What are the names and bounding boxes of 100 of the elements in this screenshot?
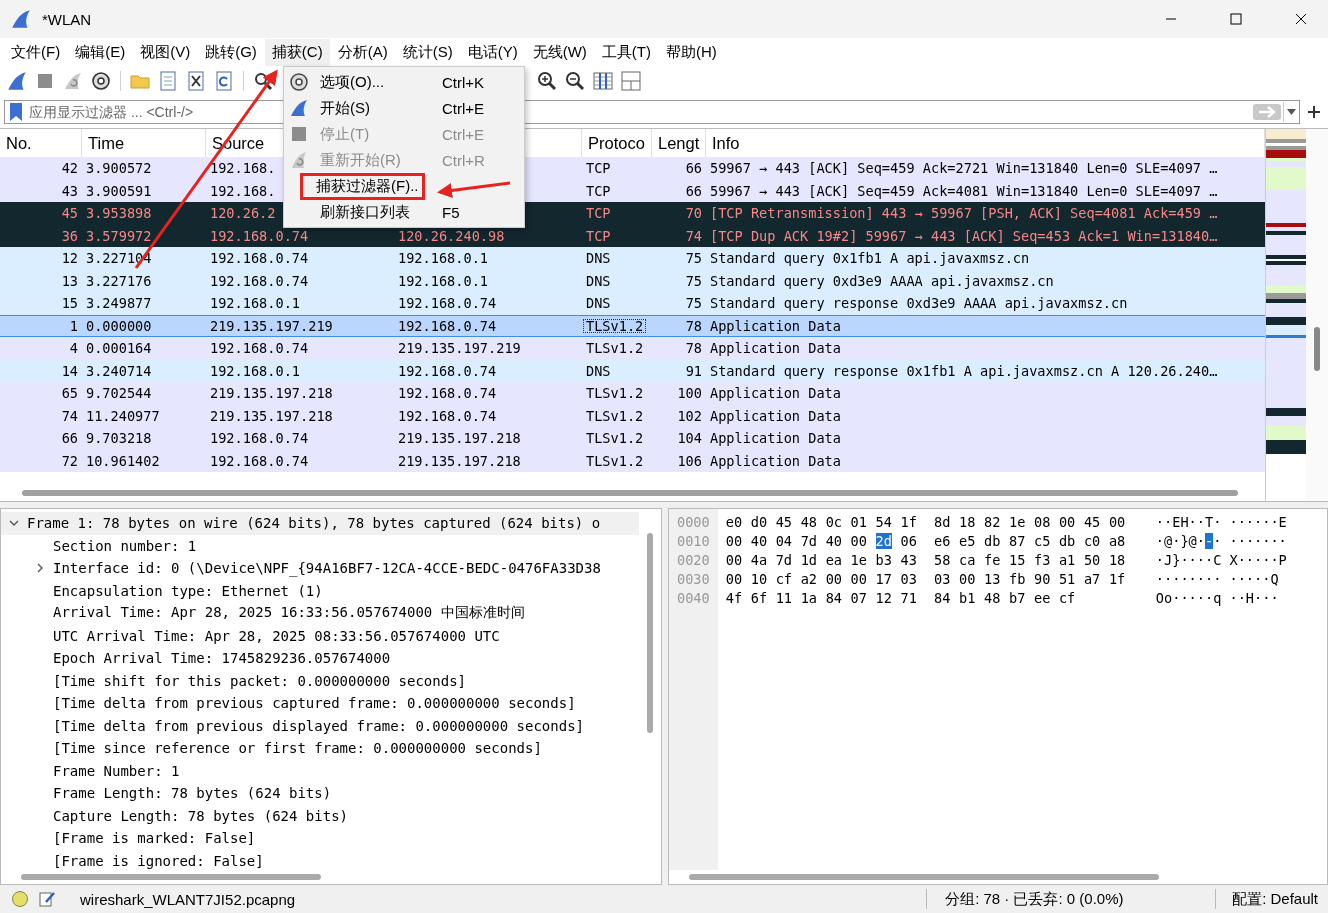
packet-row[interactable]: 13 3.227176 192.168.0.74 192.168.0.1 DNS 75 Standard query 0xd3e9 AAAA api.javaxmsz.cn (0, 269, 1265, 292)
hex-byte[interactable]: 40 (825, 532, 842, 549)
hex-byte[interactable]: 51 (1058, 570, 1076, 587)
tree-item[interactable]: Frame Number: 1 (53, 762, 180, 779)
hex-byte[interactable]: d0 (750, 513, 768, 530)
tree-item[interactable]: Section number: 1 (53, 537, 197, 554)
resize-columns-icon[interactable] (592, 70, 614, 92)
tree-item[interactable]: [Time since reference or first frame: 0.000000000 seconds] (53, 740, 542, 757)
ascii-text[interactable]: Oo·····q ··H··· (1155, 589, 1279, 606)
bookmark-icon[interactable] (9, 102, 23, 122)
hex-byte[interactable]: ca (959, 551, 976, 568)
hex-byte[interactable]: 00 (850, 532, 867, 549)
hex-byte[interactable]: b1 (959, 589, 976, 606)
hex-byte[interactable]: ee (1033, 589, 1051, 606)
tree-item[interactable]: [Frame is marked: False] (53, 830, 256, 847)
tree-item[interactable]: UTC Arrival Time: Apr 28, 2025 08:33:56.057674000 UTC (53, 627, 500, 644)
profile-label[interactable]: 配置: Default (1226, 889, 1328, 909)
search-icon[interactable] (252, 70, 274, 92)
menu-item[interactable]: 跳转(G) (198, 38, 264, 66)
hex-byte[interactable]: 40 (750, 532, 768, 549)
hex-byte[interactable]: 45 (1083, 513, 1101, 530)
hex-byte[interactable]: 18 (1108, 551, 1126, 568)
hex-byte[interactable]: 1e (850, 551, 867, 568)
tree-item[interactable]: Frame Length: 78 bytes (624 bits) (53, 785, 332, 802)
hex-byte[interactable]: 90 (1033, 570, 1051, 587)
hex-byte[interactable]: 58 (934, 551, 951, 568)
reload-file-icon[interactable] (213, 70, 235, 92)
hex-byte[interactable]: 08 (1033, 513, 1051, 530)
hex-byte[interactable]: 00 (725, 532, 743, 549)
hex-byte[interactable]: 00 (850, 570, 867, 587)
app-logo-icon[interactable] (10, 8, 32, 30)
tree-item[interactable]: Epoch Arrival Time: 1745829236.057674000 (53, 650, 391, 667)
hex-byte[interactable]: fb (1009, 570, 1026, 587)
menu-item[interactable]: 统计(S) (395, 38, 460, 66)
hex-byte[interactable]: 50 (1083, 551, 1101, 568)
hex-byte[interactable]: 1e (1009, 513, 1026, 530)
hex-byte[interactable]: 10 (750, 570, 768, 587)
menu-item[interactable]: 捕获(C) (264, 38, 330, 66)
hex-byte[interactable]: 1f (1108, 570, 1126, 587)
dropdown-button[interactable] (1283, 102, 1299, 122)
hex-byte[interactable]: 03 (900, 570, 917, 587)
hex-byte[interactable]: db (1058, 532, 1076, 549)
packet-row[interactable]: 1 0.000000 219.135.197.219 192.168.0.74 TLSv1.2 78 Application Data (0, 314, 1265, 337)
hex-byte[interactable]: a8 (1108, 532, 1126, 549)
hex-byte[interactable]: ea (825, 551, 842, 568)
shark-fin-icon[interactable] (6, 70, 28, 92)
hex-byte[interactable]: cf (775, 570, 793, 587)
close-icon[interactable] (1294, 13, 1307, 25)
hex-byte[interactable]: 17 (875, 570, 892, 587)
hex-byte[interactable]: a2 (800, 570, 818, 587)
hex-byte[interactable]: 00 (725, 551, 743, 568)
tree-item[interactable]: [Time delta from previous captured frame: 0.000000000 seconds] (53, 695, 576, 712)
menu-item[interactable]: 帮助(H) (658, 38, 724, 66)
hex-byte[interactable]: 7d (775, 551, 793, 568)
menu-item[interactable]: 无线(W) (525, 38, 594, 66)
tree-item[interactable]: Arrival Time: Apr 28, 2025 16:33:56.057674000 中国标准时间 (53, 604, 525, 623)
ascii-text[interactable]: ·@·}@· (1155, 532, 1205, 549)
hex-byte[interactable]: c5 (1033, 532, 1051, 549)
hex-byte[interactable]: db (984, 532, 1001, 549)
hex-byte[interactable]: 45 (775, 513, 793, 530)
packet-row[interactable]: 72 10.961402 192.168.0.74 219.135.197.218 TLSv1.2 106 Application Data (0, 449, 1265, 472)
menu-item[interactable]: 编辑(E) (68, 38, 133, 66)
hex-byte[interactable]: 8d (934, 513, 951, 530)
hex-byte[interactable]: b7 (1009, 589, 1026, 606)
ascii-text[interactable]: - (1204, 532, 1214, 549)
caret-icon[interactable] (1287, 109, 1296, 115)
ascii-text[interactable]: ·J}····C X·····P (1155, 551, 1287, 568)
packet-row[interactable]: 15 3.249877 192.168.0.1 192.168.0.74 DNS 75 Standard query response 0xd3e9 AAAA api.javaxmsz.cn (0, 292, 1265, 315)
hex-byte[interactable]: 00 (725, 570, 743, 587)
packet-row[interactable]: 65 9.702544 219.135.197.218 192.168.0.74 TLSv1.2 100 Application Data (0, 382, 1265, 405)
hex-byte[interactable]: 15 (1009, 551, 1026, 568)
grid-layout-icon[interactable] (620, 70, 642, 92)
hex-byte[interactable]: 1d (800, 551, 818, 568)
hex-byte[interactable]: 00 (959, 570, 976, 587)
menu-item[interactable]: 刷新接口列表 F5 (284, 199, 524, 225)
hex-byte[interactable]: 01 (850, 513, 867, 530)
scrollbar-thumb[interactable] (647, 533, 653, 733)
tree-item[interactable]: Capture Length: 78 bytes (624 bits) (53, 807, 348, 824)
scrollbar-thumb[interactable] (21, 874, 321, 880)
hex-byte[interactable]: a1 (1058, 551, 1076, 568)
hex-byte[interactable]: 13 (984, 570, 1001, 587)
hex-byte[interactable]: 71 (900, 589, 917, 606)
menu-item[interactable]: 选项(O)... Ctrl+K (284, 69, 524, 95)
hex-byte[interactable]: 4a (750, 551, 768, 568)
hex-byte[interactable]: a7 (1083, 570, 1101, 587)
packet-row[interactable]: 14 3.240714 192.168.0.1 192.168.0.74 DNS 91 Standard query response 0x1fb1 A api.javaxmsz.cn A 120.26.240… (0, 359, 1265, 382)
hex-byte[interactable]: 84 (825, 589, 842, 606)
close-file-icon[interactable] (185, 70, 207, 92)
hex-byte[interactable]: e6 (934, 532, 951, 549)
hex-byte[interactable]: c0 (1083, 532, 1101, 549)
hex-byte[interactable]: 1f (900, 513, 917, 530)
hex-byte[interactable]: fe (984, 551, 1001, 568)
hex-byte[interactable]: 18 (959, 513, 976, 530)
hex-byte[interactable]: 00 (825, 570, 842, 587)
tree-item[interactable]: [Time delta from previous displayed frame: 0.000000000 seconds] (53, 717, 584, 734)
hex-byte[interactable]: b3 (875, 551, 892, 568)
hex-byte[interactable]: e5 (959, 532, 976, 549)
hex-byte[interactable]: 82 (984, 513, 1001, 530)
menu-item[interactable]: 工具(T) (594, 38, 658, 66)
hex-byte[interactable]: 07 (850, 589, 867, 606)
